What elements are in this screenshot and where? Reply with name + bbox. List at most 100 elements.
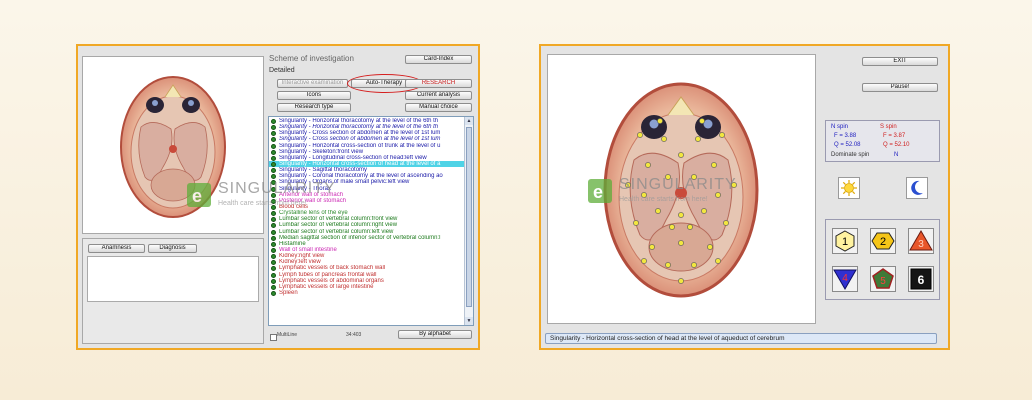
- s-spin-label: S spin: [880, 124, 897, 130]
- marker-dot: [678, 240, 684, 246]
- scroll-down-arrow-icon[interactable]: ▼: [465, 317, 473, 325]
- list-item-label: Singularity - Cross section of abdomen a…: [279, 136, 441, 143]
- program-6-button[interactable]: 6: [908, 266, 934, 292]
- list-item-label: Lumbar sector of vertebral column:right …: [279, 222, 398, 229]
- list-scrollbar[interactable]: ▲ ▼: [464, 117, 473, 325]
- scroll-thumb[interactable]: [466, 127, 472, 307]
- square-black-icon: 6: [910, 268, 932, 290]
- icons-button[interactable]: Icons: [277, 91, 351, 100]
- anatomy-image-main: [547, 54, 816, 324]
- marker-dot: [695, 136, 701, 142]
- current-analysis-button[interactable]: Current analysis: [405, 91, 472, 100]
- multiline-label: MultiLine: [277, 332, 298, 338]
- marker-dot: [723, 220, 729, 226]
- program-2-label: 2: [880, 236, 886, 248]
- list-item-label: Lymphatic vessels of back stomach wall: [279, 265, 386, 272]
- list-item-label: Lymphatic vessels of abdominal organs: [279, 277, 384, 284]
- list-item-label: Singularity - Thorax: [279, 185, 331, 192]
- research-list-items: Singularity - Horizontal thoracotomy at …: [269, 118, 465, 296]
- marker-dot: [687, 224, 693, 230]
- list-item-label: Singularity - Skeleton:front view: [279, 148, 364, 155]
- program-4-button[interactable]: 4: [832, 266, 858, 292]
- manual-choice-button[interactable]: Manual choice: [405, 103, 472, 112]
- marker-dot: [711, 162, 717, 168]
- marker-dot: [649, 244, 655, 250]
- list-item-label: Lumbar sector of vertebral column:left v…: [279, 228, 394, 235]
- program-buttons-panel: 1 2 3 4 5 6: [825, 219, 940, 300]
- marker-dot: [678, 212, 684, 218]
- marker-dot: [641, 258, 647, 264]
- dominate-spin-value: N: [894, 152, 899, 158]
- program-1-button[interactable]: 1: [832, 228, 858, 254]
- marker-dot: [707, 244, 713, 250]
- marker-dot: [715, 192, 721, 198]
- marker-dot: [678, 278, 684, 284]
- list-item-label: Singularity - Coronal thoracotomy at the…: [279, 173, 443, 180]
- triangle-down-blue-red-icon: 4: [833, 269, 857, 290]
- spin-info-panel: N spin S spin F = 3.88 F = 3.87 Q = 52.0…: [825, 120, 940, 162]
- list-item[interactable]: Spleen: [269, 290, 465, 296]
- multiline-checkbox[interactable]: [270, 334, 277, 341]
- day-mode-button[interactable]: [838, 177, 860, 199]
- status-text: Singularity - Horizontal cross-section o…: [550, 335, 785, 342]
- marker-dot: [641, 192, 647, 198]
- moon-icon: [911, 180, 923, 195]
- program-5-button[interactable]: 5: [870, 266, 896, 292]
- scheme-subtitle: Detailed: [269, 67, 295, 74]
- marker-dot: [731, 182, 737, 188]
- brain-cross-section-with-markers-image: [603, 82, 759, 298]
- marker-dot: [637, 132, 643, 138]
- pause-button[interactable]: Pause!: [862, 83, 938, 92]
- program-2-button[interactable]: 2: [870, 228, 896, 254]
- triangle-red-icon: 3: [909, 230, 933, 251]
- marker-dot: [657, 118, 663, 124]
- program-4-label: 4: [842, 273, 848, 284]
- marker-dot: [655, 208, 661, 214]
- list-item-label: Singularity - Horizontal cross-section o…: [279, 160, 441, 167]
- notes-textarea[interactable]: [87, 256, 259, 302]
- sun-icon: [841, 180, 857, 196]
- marker-dot: [633, 220, 639, 226]
- list-item-label: Kidney:left view: [279, 259, 321, 266]
- list-item-label: Singularity - Organs of male small pelvi…: [279, 179, 410, 186]
- hexagon-orange-icon: 2: [871, 232, 895, 250]
- by-alphabet-button[interactable]: By alphabet: [398, 330, 472, 339]
- exit-button[interactable]: EXIT: [862, 57, 938, 66]
- s-spin-q: Q = 52.10: [883, 142, 910, 148]
- program-3-label: 3: [918, 239, 924, 250]
- pentagon-green-icon: 5: [872, 268, 894, 289]
- green-dot-icon: [271, 290, 276, 296]
- right-window: EXIT Pause! N spin S spin F = 3.88 F = 3…: [539, 44, 950, 350]
- marker-dot: [691, 262, 697, 268]
- hexagon-yellow-icon: 1: [835, 230, 855, 252]
- research-type-button[interactable]: Research type: [277, 103, 351, 112]
- marker-dot: [661, 136, 667, 142]
- marker-dot: [691, 174, 697, 180]
- s-spin-f: F = 3.87: [883, 133, 906, 139]
- list-item-label: Crystalline lens of the eye: [279, 210, 348, 217]
- list-item-label: Singularity - Cross section of abdomen a…: [279, 130, 441, 137]
- list-item-label: Lumbar sector of vertebral column:front …: [279, 216, 398, 223]
- anamnesis-tab[interactable]: Anamnesis: [88, 244, 145, 253]
- night-mode-button[interactable]: [906, 177, 928, 199]
- research-list[interactable]: Singularity - Horizontal thoracotomy at …: [268, 116, 474, 326]
- list-item-label: Lymphatic vessels of large intestine: [279, 283, 374, 290]
- marker-dot: [678, 152, 684, 158]
- scheme-title: Scheme of investigation: [269, 54, 354, 63]
- list-item-label: Kidney:right view: [279, 253, 325, 260]
- diagnosis-tab[interactable]: Diagnosis: [148, 244, 197, 253]
- left-window: Scheme of investigation Detailed Card-In…: [76, 44, 480, 350]
- marker-dot: [665, 262, 671, 268]
- n-spin-f: F = 3.88: [834, 133, 857, 139]
- notes-panel: Anamnesis Diagnosis: [82, 238, 264, 344]
- brain-cross-section-image: [120, 76, 226, 218]
- interactive-examination-button[interactable]: Interactive examination: [277, 79, 348, 88]
- research-button[interactable]: RESEARCH: [405, 79, 472, 88]
- list-item-label: Wall of small intestine: [279, 246, 337, 253]
- card-index-button[interactable]: Card-Index: [405, 55, 472, 64]
- program-3-button[interactable]: 3: [908, 228, 934, 254]
- list-item-label: Anterior wall of stomach: [279, 191, 344, 198]
- marker-dot: [625, 182, 631, 188]
- list-item-label: Median sagittal section of inferior sect…: [279, 234, 441, 241]
- scroll-up-arrow-icon[interactable]: ▲: [465, 117, 473, 125]
